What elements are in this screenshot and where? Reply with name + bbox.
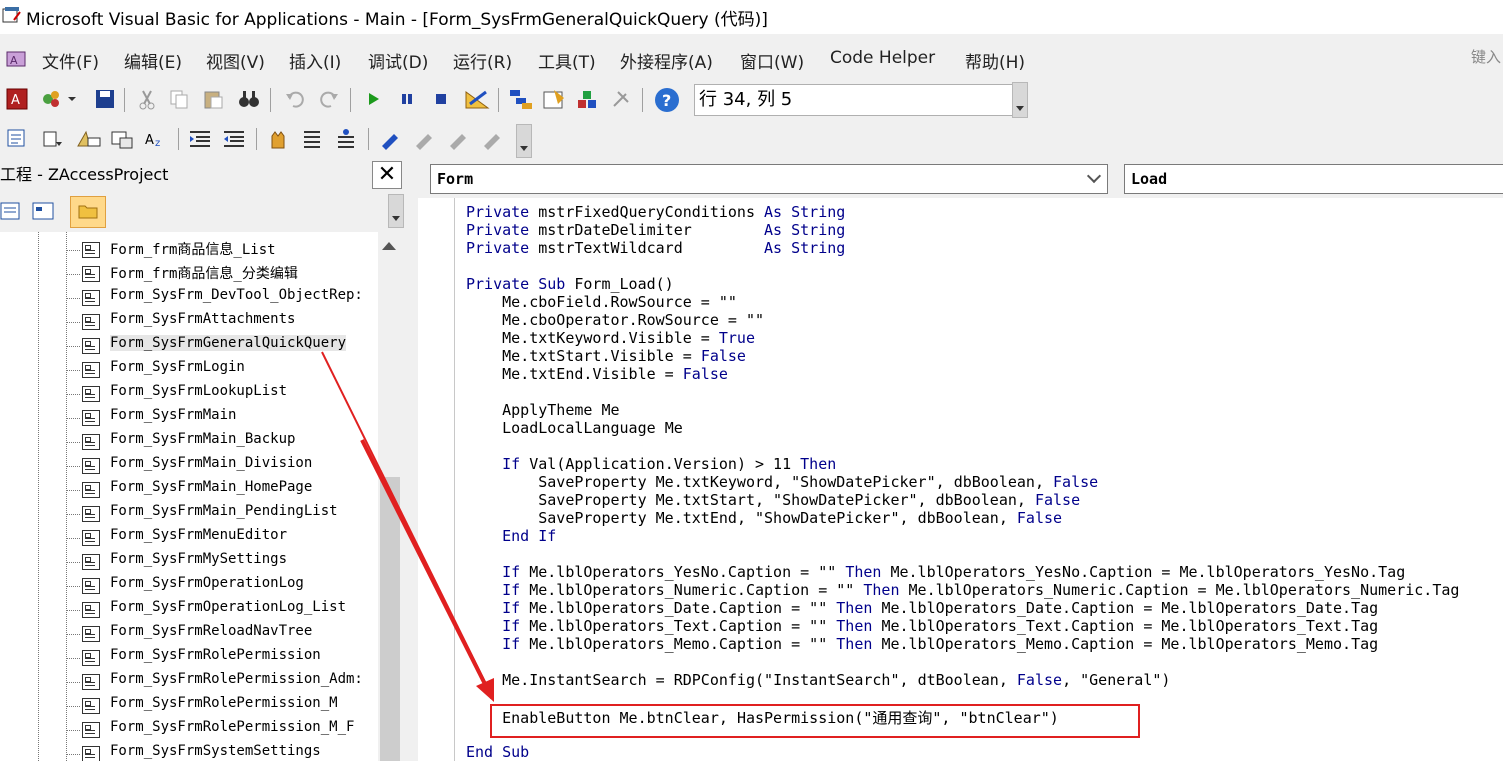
annotation-arrow bbox=[321, 351, 494, 702]
